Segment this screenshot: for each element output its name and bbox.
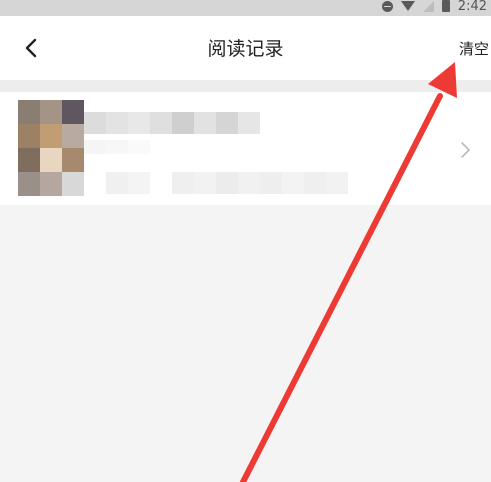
clear-button[interactable]: 清空 — [459, 38, 489, 60]
empty-content-area — [0, 205, 491, 482]
wifi-icon — [400, 1, 415, 11]
chevron-right-icon — [461, 142, 470, 158]
nav-bar: 阅读记录 清空 — [0, 16, 491, 80]
page-title: 阅读记录 — [207, 38, 284, 60]
signal-icon — [422, 0, 434, 12]
section-divider — [0, 80, 491, 92]
item-subtitle-obscured — [84, 140, 150, 154]
status-time: 2:42 — [457, 0, 487, 14]
status-bar: 2:42 — [0, 0, 491, 16]
screen: 2:42 阅读记录 清空 — [0, 0, 491, 482]
list-item[interactable] — [0, 92, 491, 205]
book-cover-thumbnail — [18, 100, 84, 196]
item-meta-obscured — [84, 172, 348, 194]
status-icons: 2:42 — [381, 0, 487, 15]
item-title-obscured — [84, 112, 260, 134]
battery-icon — [441, 0, 450, 12]
dnd-icon — [381, 0, 393, 12]
